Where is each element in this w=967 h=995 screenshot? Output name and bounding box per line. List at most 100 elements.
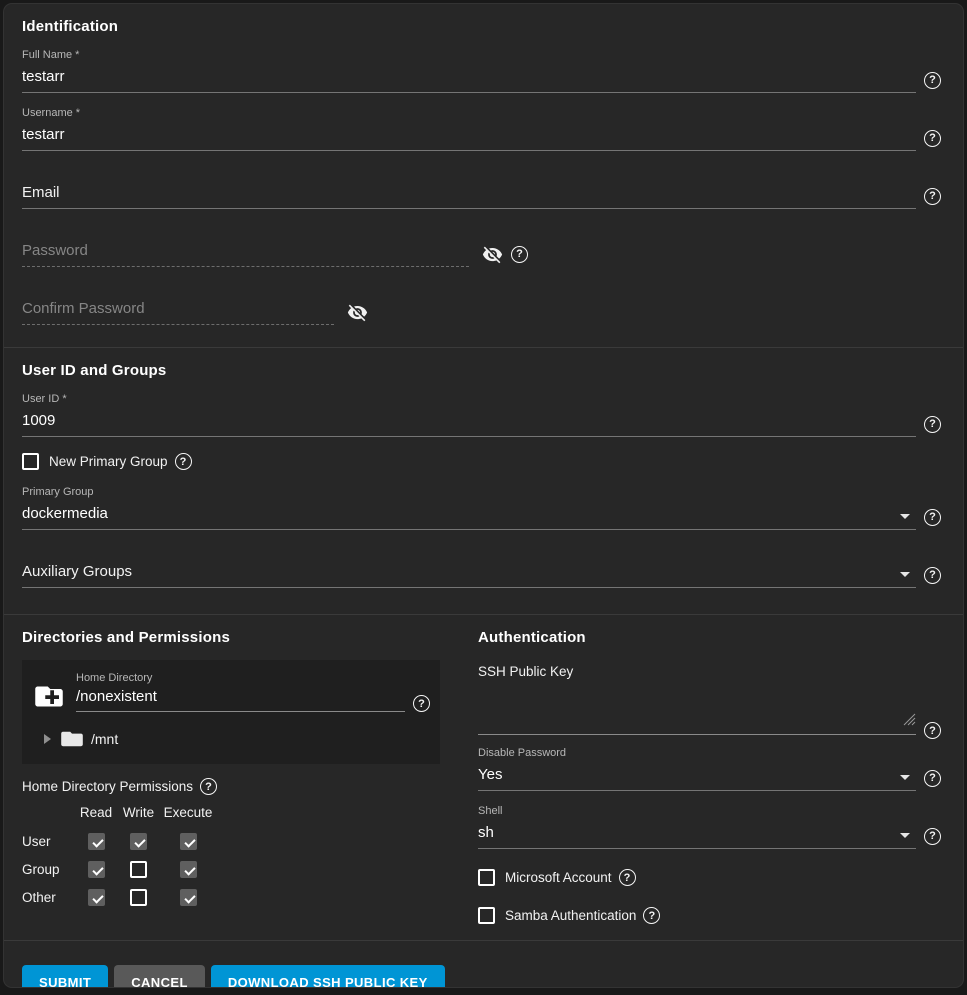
user-id-label: User ID * [22, 393, 941, 406]
perm-col-execute: Execute [160, 805, 216, 822]
folder-icon [61, 730, 83, 748]
auxiliary-groups-dropdown-arrow-icon [900, 572, 910, 577]
microsoft-account-label: Microsoft Account [505, 870, 612, 885]
username-value: testarr [22, 126, 65, 143]
home-directory-input[interactable]: /nonexistent [76, 688, 405, 712]
email-input[interactable]: Email [22, 183, 916, 209]
confirm-password-placeholder: Confirm Password [22, 300, 145, 317]
full-name-value: testarr [22, 68, 65, 85]
perm-row-group-label: Group [22, 862, 75, 877]
resize-handle-icon[interactable] [903, 713, 916, 731]
email-placeholder: Email [22, 184, 60, 201]
perm-other-read-checkbox[interactable] [88, 889, 105, 906]
username-input[interactable]: testarr [22, 125, 916, 151]
directories-title: Directories and Permissions [22, 629, 440, 646]
ssh-public-key-field [478, 679, 941, 735]
permissions-label: Home Directory Permissions [22, 779, 193, 794]
new-primary-group-label: New Primary Group [49, 454, 168, 469]
samba-authentication-row: Samba Authentication [478, 907, 941, 924]
password-input: Password [22, 241, 469, 267]
microsoft-account-checkbox[interactable] [478, 869, 495, 886]
username-field: Username * testarr [22, 107, 941, 151]
create-folder-icon[interactable] [34, 684, 64, 714]
primary-group-help-icon[interactable] [924, 509, 941, 526]
shell-label: Shell [478, 805, 941, 818]
perm-col-read: Read [75, 805, 117, 822]
disable-password-dropdown-arrow-icon [900, 775, 910, 780]
user-id-field: User ID * 1009 [22, 393, 941, 437]
auxiliary-groups-help-icon[interactable] [924, 567, 941, 584]
tree-item-label: /mnt [91, 731, 118, 747]
confirm-password-input: Confirm Password [22, 299, 334, 325]
user-id-help-icon[interactable] [924, 416, 941, 433]
perm-other-write-checkbox[interactable] [130, 889, 147, 906]
auxiliary-groups-select[interactable]: Auxiliary Groups [22, 562, 916, 588]
confirm-password-field: Confirm Password [22, 281, 941, 325]
ssh-public-key-help-icon[interactable] [924, 722, 941, 739]
samba-authentication-label: Samba Authentication [505, 908, 636, 923]
password-visibility-off-icon[interactable] [482, 244, 503, 265]
microsoft-account-row: Microsoft Account [478, 869, 941, 886]
microsoft-account-help-icon[interactable] [619, 869, 636, 886]
user-id-value: 1009 [22, 412, 55, 429]
permissions-help-icon[interactable] [200, 778, 217, 795]
username-label: Username * [22, 107, 941, 120]
tree-expand-arrow-icon[interactable] [44, 734, 51, 744]
perm-group-read-checkbox[interactable] [88, 861, 105, 878]
section-user-id-groups: User ID and Groups User ID * 1009 New Pr… [4, 347, 963, 614]
email-field: Email [22, 165, 941, 209]
password-help-icon[interactable] [511, 246, 528, 263]
submit-button[interactable]: SUBMIT [22, 965, 108, 988]
auxiliary-groups-placeholder: Auxiliary Groups [22, 563, 132, 580]
perm-other-execute-checkbox[interactable] [180, 889, 197, 906]
home-directory-field: Home Directory /nonexistent [76, 672, 430, 712]
authentication-title: Authentication [478, 629, 941, 646]
disable-password-value: Yes [478, 766, 502, 783]
identification-title: Identification [22, 18, 941, 35]
perm-group-execute-checkbox[interactable] [180, 861, 197, 878]
perm-col-write: Write [117, 805, 160, 822]
primary-group-label: Primary Group [22, 486, 941, 499]
shell-dropdown-arrow-icon [900, 833, 910, 838]
directories-column: Directories and Permissions Home Directo… [22, 629, 440, 906]
primary-group-select[interactable]: dockermedia [22, 504, 916, 530]
home-directory-help-icon[interactable] [413, 695, 430, 712]
confirm-password-visibility-off-icon[interactable] [347, 302, 368, 323]
full-name-help-icon[interactable] [924, 72, 941, 89]
full-name-input[interactable]: testarr [22, 67, 916, 93]
disable-password-select[interactable]: Yes [478, 765, 916, 791]
new-primary-group-checkbox[interactable] [22, 453, 39, 470]
home-directory-value: /nonexistent [76, 688, 157, 705]
user-id-input[interactable]: 1009 [22, 411, 916, 437]
permissions-table: Read Write Execute User Group Other [22, 805, 440, 906]
ssh-public-key-textarea[interactable] [478, 679, 916, 735]
section-identification: Identification Full Name * testarr Usern… [4, 4, 963, 347]
perm-group-write-checkbox[interactable] [130, 861, 147, 878]
shell-select[interactable]: sh [478, 823, 916, 849]
disable-password-field: Disable Password Yes [478, 747, 941, 791]
section-directories-authentication: Directories and Permissions Home Directo… [4, 614, 963, 940]
auxiliary-groups-field: Auxiliary Groups [22, 544, 941, 588]
perm-user-write-checkbox[interactable] [130, 833, 147, 850]
cancel-button[interactable]: CANCEL [114, 965, 205, 988]
perm-user-execute-checkbox[interactable] [180, 833, 197, 850]
disable-password-label: Disable Password [478, 747, 941, 760]
permissions-title-row: Home Directory Permissions [22, 778, 440, 795]
home-directory-panel: Home Directory /nonexistent [22, 660, 440, 764]
tree-item-mnt[interactable]: /mnt [44, 730, 430, 748]
new-primary-group-help-icon[interactable] [175, 453, 192, 470]
perm-row-user-label: User [22, 834, 75, 849]
disable-password-help-icon[interactable] [924, 770, 941, 787]
groups-title: User ID and Groups [22, 362, 941, 379]
primary-group-value: dockermedia [22, 505, 108, 522]
shell-help-icon[interactable] [924, 828, 941, 845]
username-help-icon[interactable] [924, 130, 941, 147]
email-help-icon[interactable] [924, 188, 941, 205]
new-primary-group-row: New Primary Group [22, 453, 941, 470]
home-directory-label: Home Directory [76, 672, 430, 685]
ssh-public-key-label: SSH Public Key [478, 664, 941, 679]
samba-authentication-checkbox[interactable] [478, 907, 495, 924]
download-ssh-public-key-button[interactable]: DOWNLOAD SSH PUBLIC KEY [211, 965, 445, 988]
samba-authentication-help-icon[interactable] [643, 907, 660, 924]
perm-user-read-checkbox[interactable] [88, 833, 105, 850]
